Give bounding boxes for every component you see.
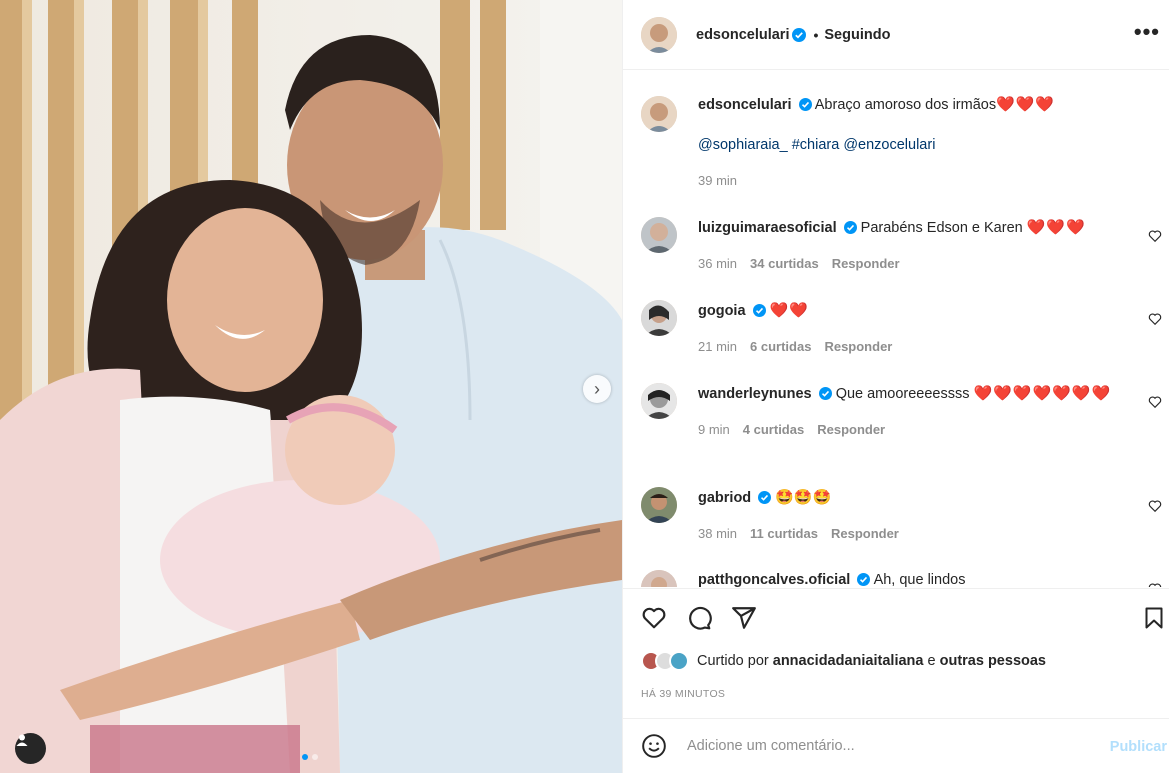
reply-button[interactable]: Responder xyxy=(832,253,900,274)
family-photo xyxy=(0,0,622,773)
commenter-avatar[interactable] xyxy=(641,217,677,253)
hashtag-chiara[interactable]: #chiara xyxy=(792,137,840,153)
comment-time: 36 min xyxy=(698,256,738,271)
caption-avatar[interactable] xyxy=(641,96,677,132)
caption-text: Abraço amoroso dos irmãos xyxy=(814,97,997,113)
emoji-icon[interactable] xyxy=(641,733,667,759)
comment-time: 21 min xyxy=(698,339,738,354)
mention-enzocelulari[interactable]: @enzocelulari xyxy=(843,137,935,153)
reply-button[interactable]: Responder xyxy=(824,336,892,357)
commenter-avatar[interactable] xyxy=(641,300,677,336)
comment-text: Ah, que lindos xyxy=(873,572,966,587)
reply-button[interactable]: Responder xyxy=(831,523,899,544)
verified-badge-icon xyxy=(792,27,807,42)
carousel-indicator xyxy=(302,754,318,760)
liked-by-user[interactable]: annacidadaniaitaliana xyxy=(773,653,924,669)
comment-emoji: ❤️❤️❤️ xyxy=(1026,219,1086,236)
user-tags-button[interactable] xyxy=(15,733,46,764)
header-separator: • xyxy=(813,26,819,43)
carousel-dot xyxy=(312,754,318,760)
like-comment-heart-icon[interactable] xyxy=(1148,312,1162,326)
verified-badge-icon xyxy=(752,304,766,317)
comment-likes[interactable]: 4 curtidas xyxy=(743,419,804,440)
like-comment-heart-icon[interactable] xyxy=(1148,229,1162,243)
post-header: edsoncelulari • Seguindo ••• xyxy=(623,0,1169,70)
reply-button[interactable]: Responder xyxy=(817,419,885,440)
comment-text: Que amooreeeessss xyxy=(835,386,970,402)
mention-sophiaraia[interactable]: @sophiaraia_ xyxy=(698,137,788,153)
comment-likes[interactable]: 11 curtidas xyxy=(750,523,818,544)
comment-time: 38 min xyxy=(698,526,738,541)
liker-avatar xyxy=(669,651,689,671)
author-avatar[interactable] xyxy=(641,16,677,53)
liked-by: Curtido por annacidadaniaitaliana e outr… xyxy=(641,651,1046,671)
comment-text: Parabéns Edson e Karen xyxy=(860,220,1023,236)
user-tag-icon xyxy=(16,734,28,746)
comment-emoji: ❤️❤️ xyxy=(769,302,809,319)
comment-likes[interactable]: 34 curtidas xyxy=(750,253,819,274)
share-icon[interactable] xyxy=(731,605,757,631)
caption-time: 39 min xyxy=(698,173,738,188)
commenter-avatar[interactable] xyxy=(641,570,677,587)
like-comment-heart-icon[interactable] xyxy=(1148,395,1162,409)
carousel-dot-active xyxy=(302,754,308,760)
post-actions: Curtido por annacidadaniaitaliana e outr… xyxy=(623,588,1169,718)
verified-badge-icon xyxy=(758,491,772,504)
comment-username[interactable]: luizguimaraesoficial xyxy=(698,220,837,236)
publish-button[interactable]: Publicar xyxy=(1110,739,1167,755)
liked-by-others[interactable]: outras pessoas xyxy=(940,653,1046,669)
caption-hearts: ❤️❤️❤️ xyxy=(996,96,1056,113)
comment-time: 9 min xyxy=(698,422,730,437)
liked-by-prefix: Curtido por xyxy=(697,653,769,669)
liked-by-connector: e xyxy=(927,653,936,669)
comment-likes[interactable]: 6 curtidas xyxy=(750,336,811,357)
next-arrow-icon: › xyxy=(594,378,600,399)
like-comment-heart-icon[interactable] xyxy=(1148,582,1162,587)
comment-username[interactable]: gabriod xyxy=(698,490,751,506)
author-username[interactable]: edsoncelulari xyxy=(696,27,789,43)
comment-emoji: ❤️❤️❤️❤️❤️❤️❤️ xyxy=(973,385,1112,402)
caption-username[interactable]: edsoncelulari xyxy=(698,97,791,113)
comment-username[interactable]: patthgoncalves.oficial xyxy=(698,572,850,587)
post-side-panel: edsoncelulari • Seguindo ••• edsoncelula… xyxy=(622,0,1169,773)
comments-list[interactable]: edsoncelulari Abraço amoroso dos irmãos❤… xyxy=(623,70,1169,587)
verified-badge-icon xyxy=(818,387,832,400)
following-button[interactable]: Seguindo xyxy=(824,27,890,43)
add-comment-bar: Publicar xyxy=(623,718,1169,773)
more-options-icon[interactable]: ••• xyxy=(1134,21,1160,43)
verified-badge-icon xyxy=(843,221,857,234)
commenter-avatar[interactable] xyxy=(641,487,677,523)
like-comment-heart-icon[interactable] xyxy=(1148,499,1162,513)
post-timestamp[interactable]: HÁ 39 MINUTOS xyxy=(641,688,725,700)
comment-emoji: 🤩🤩🤩 xyxy=(775,489,832,506)
comment-username[interactable]: gogoia xyxy=(698,303,746,319)
bookmark-icon[interactable] xyxy=(1142,605,1166,631)
next-image-button[interactable]: › xyxy=(583,375,611,403)
heart-icon[interactable] xyxy=(641,605,667,631)
verified-badge-icon xyxy=(798,98,812,111)
comment-username[interactable]: wanderleynunes xyxy=(698,386,812,402)
verified-badge-icon xyxy=(857,573,871,586)
commenter-avatar[interactable] xyxy=(641,383,677,419)
post-photo[interactable]: › xyxy=(0,0,622,773)
comment-input[interactable] xyxy=(687,738,1067,754)
comment-icon[interactable] xyxy=(686,605,712,631)
